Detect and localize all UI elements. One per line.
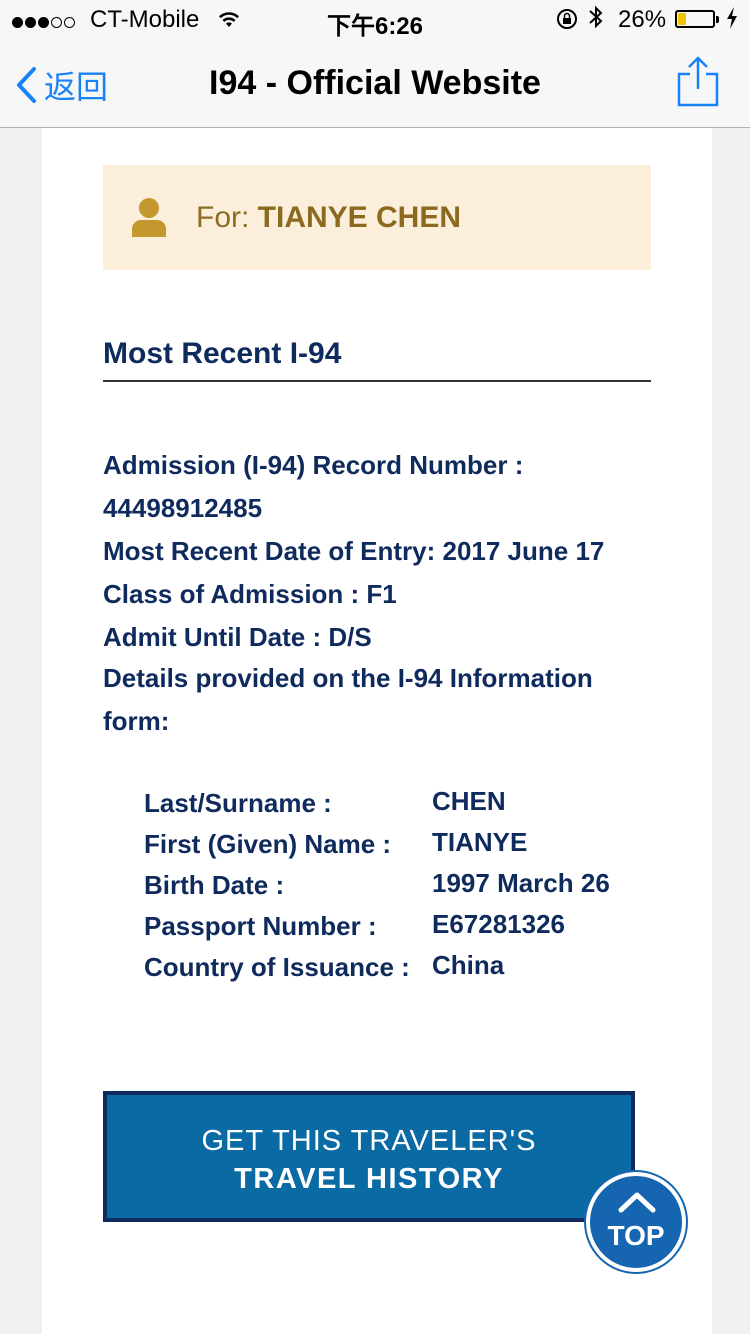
- info-value-given-name: TIANYE: [432, 827, 528, 857]
- charging-bolt-icon: [726, 7, 738, 36]
- info-value-passport-number: E67281326: [432, 909, 566, 939]
- battery-percent: 26%: [618, 6, 667, 33]
- travel-history-button[interactable]: GET THIS TRAVELER'S TRAVEL HISTORY: [103, 1091, 635, 1222]
- traveler-for-label: For: TIANYE CHEN: [196, 201, 461, 235]
- person-icon: [131, 197, 167, 242]
- section-title: Most Recent I-94: [103, 337, 342, 370]
- back-to-top-label: TOP: [607, 1220, 665, 1251]
- details-note-continued: form:: [103, 706, 170, 736]
- record-number-label: Admission (I-94) Record Number :: [103, 450, 524, 480]
- info-label-country: Country of Issuance :: [144, 952, 410, 982]
- share-icon[interactable]: [676, 56, 720, 113]
- info-label-birth-date: Birth Date :: [144, 870, 285, 900]
- info-label-passport-number: Passport Number :: [144, 911, 377, 941]
- chevron-up-icon: [618, 1192, 656, 1213]
- for-prefix: For:: [196, 201, 258, 234]
- class-of-admission: Class of Admission : F1: [103, 579, 397, 609]
- info-label-surname: Last/Surname :: [144, 788, 332, 818]
- page-title: I94 - Official Website: [209, 64, 541, 102]
- info-label-given-name: First (Given) Name :: [144, 829, 392, 859]
- traveler-name: TIANYE CHEN: [257, 201, 462, 234]
- battery-icon: [675, 10, 719, 28]
- navigation-bar: 返回 I94 - Official Website: [0, 40, 750, 128]
- entry-date: Most Recent Date of Entry: 2017 June 17: [103, 536, 605, 566]
- travel-history-button-line2: TRAVEL HISTORY: [234, 1163, 504, 1195]
- info-value-country: China: [432, 950, 505, 980]
- record-number-value: 44498912485: [103, 493, 263, 523]
- traveler-banner: For: TIANYE CHEN: [103, 165, 651, 270]
- section-divider: [103, 380, 651, 382]
- bluetooth-icon: [588, 4, 604, 37]
- info-value-surname: CHEN: [432, 786, 506, 816]
- status-bar: CT-Mobile 下午6:26 26%: [0, 0, 750, 40]
- back-to-top-button[interactable]: TOP: [586, 1172, 686, 1272]
- travel-history-button-line1: GET THIS TRAVELER'S: [201, 1125, 537, 1157]
- rotation-lock-icon: [556, 8, 578, 37]
- details-note: Details provided on the I-94 Information: [103, 663, 593, 693]
- info-value-birth-date: 1997 March 26: [432, 868, 610, 898]
- admit-until-date: Admit Until Date : D/S: [103, 622, 372, 652]
